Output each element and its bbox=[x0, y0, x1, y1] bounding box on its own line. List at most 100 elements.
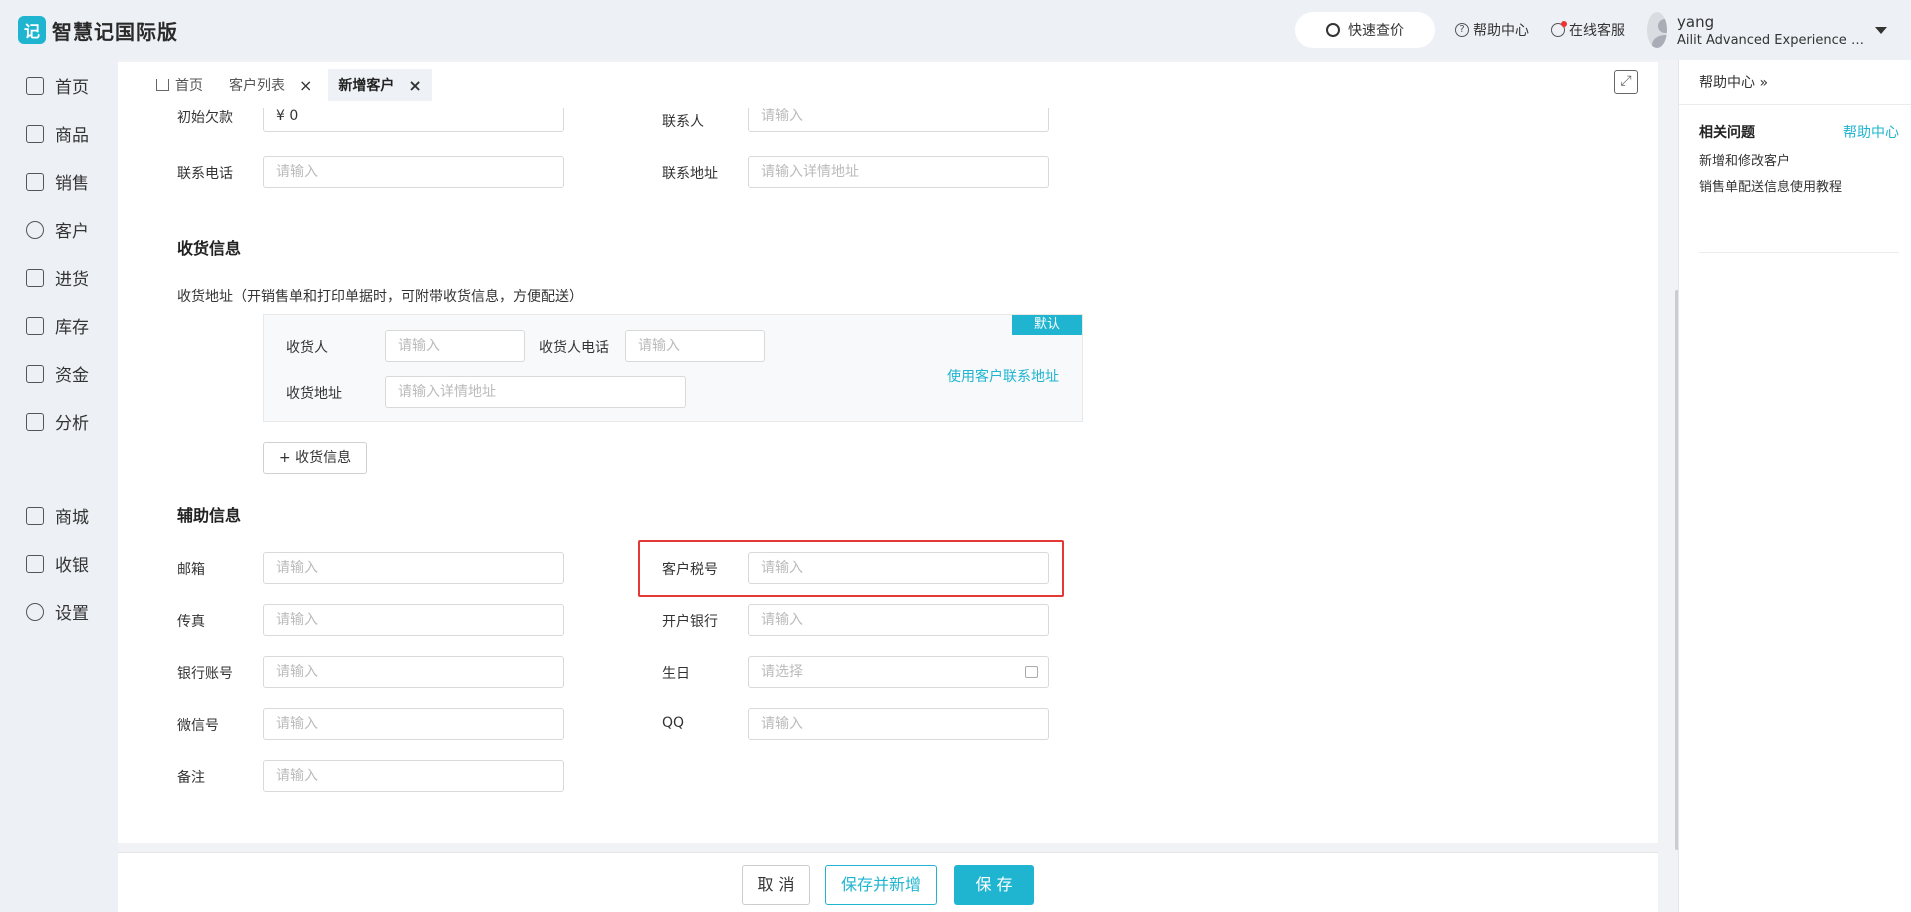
use-contact-address-link[interactable]: 使用客户联系地址 bbox=[947, 366, 1059, 386]
email-label: 邮箱 bbox=[177, 562, 205, 578]
bank-account-label: 银行账号 bbox=[177, 666, 233, 682]
wallet-icon bbox=[26, 364, 44, 383]
sidebar-item-sales[interactable]: 销售 bbox=[26, 169, 89, 194]
shipping-section-title: 收货信息 bbox=[177, 239, 242, 258]
birthday-picker[interactable]: 请选择 bbox=[748, 656, 1049, 688]
app-title: 智慧记国际版 bbox=[52, 19, 178, 44]
app-logo[interactable]: 记 智慧记国际版 bbox=[18, 16, 178, 45]
truck-icon bbox=[26, 268, 44, 287]
quick-price-button[interactable]: 快速查价 bbox=[1295, 12, 1435, 48]
bank-account-input[interactable]: 请输入 bbox=[263, 656, 564, 688]
wechat-label: 微信号 bbox=[177, 718, 219, 734]
online-service-label: 在线客服 bbox=[1569, 23, 1625, 39]
receiver-phone-input[interactable]: 请输入 bbox=[625, 330, 765, 362]
tab-customer-list[interactable]: 客户列表 × bbox=[219, 69, 322, 101]
sidebar: 首页 商品 销售 客户 进货 库存 资金 分析 商城 收银 设置 bbox=[0, 60, 118, 912]
help-center-label: 帮助中心 bbox=[1473, 23, 1529, 39]
calendar-icon bbox=[1025, 666, 1038, 678]
help-panel: 帮助中心 » 相关问题 帮助中心 新增和修改客户 销售单配送信息使用教程 bbox=[1678, 60, 1911, 912]
shipping-description: 收货地址（开销售单和打印单据时，可附带收货信息，方便配送） bbox=[177, 289, 583, 305]
fullscreen-icon[interactable]: ⤢ bbox=[1614, 70, 1638, 94]
receiver-label: 收货人 bbox=[286, 340, 328, 356]
close-icon[interactable]: × bbox=[299, 76, 312, 95]
tab-label: 客户列表 bbox=[229, 78, 285, 94]
help-article-link[interactable]: 销售单配送信息使用教程 bbox=[1699, 176, 1842, 195]
receiver-address-input[interactable]: 请输入详情地址 bbox=[385, 376, 686, 408]
divider bbox=[1679, 104, 1911, 105]
sidebar-item-label: 分析 bbox=[55, 414, 89, 434]
contact-input[interactable]: 请输入 bbox=[748, 108, 1049, 132]
birthday-placeholder: 请选择 bbox=[761, 664, 803, 680]
sidebar-item-inventory[interactable]: 库存 bbox=[26, 313, 89, 338]
wechat-input[interactable]: 请输入 bbox=[263, 708, 564, 740]
qq-input[interactable]: 请输入 bbox=[748, 708, 1049, 740]
sidebar-item-funds[interactable]: 资金 bbox=[26, 361, 89, 386]
address-label: 联系地址 bbox=[662, 166, 718, 182]
search-icon bbox=[1326, 23, 1340, 37]
save-and-new-button[interactable]: 保存并新增 bbox=[825, 865, 937, 905]
phone-input[interactable]: 请输入 bbox=[263, 156, 564, 188]
sidebar-item-mall[interactable]: 商城 bbox=[26, 503, 89, 528]
notification-dot bbox=[1561, 21, 1567, 27]
tab-new-customer[interactable]: 新增客户 × bbox=[328, 69, 432, 101]
initial-debt-input[interactable]: ¥ 0 bbox=[263, 108, 564, 132]
top-bar: 记 智慧记国际版 快速查价 ? 帮助中心 在线客服 yang Ailit Adv… bbox=[0, 0, 1911, 60]
sidebar-item-settings[interactable]: 设置 bbox=[26, 599, 89, 624]
tab-home[interactable]: 首页 bbox=[146, 69, 213, 101]
avatar bbox=[1647, 12, 1667, 48]
quick-price-label: 快速查价 bbox=[1348, 23, 1404, 39]
online-service-link[interactable]: 在线客服 bbox=[1551, 20, 1625, 40]
save-button[interactable]: 保 存 bbox=[954, 865, 1034, 905]
receiver-input[interactable]: 请输入 bbox=[385, 330, 525, 362]
aux-section-title: 辅助信息 bbox=[177, 506, 242, 525]
receiver-phone-label: 收货人电话 bbox=[539, 340, 609, 356]
fax-input[interactable]: 请输入 bbox=[263, 604, 564, 636]
sidebar-item-analysis[interactable]: 分析 bbox=[26, 409, 89, 434]
address-input[interactable]: 请输入详情地址 bbox=[748, 156, 1049, 188]
help-article-link[interactable]: 新增和修改客户 bbox=[1699, 150, 1790, 169]
tab-label: 新增客户 bbox=[338, 78, 395, 94]
remark-label: 备注 bbox=[177, 770, 205, 786]
sidebar-item-cashier[interactable]: 收银 bbox=[26, 551, 89, 576]
sidebar-item-label: 库存 bbox=[55, 318, 89, 338]
user-name: yang bbox=[1677, 12, 1715, 31]
clipboard-icon bbox=[26, 172, 44, 191]
sidebar-item-label: 商品 bbox=[55, 126, 89, 146]
bank-input[interactable]: 请输入 bbox=[748, 604, 1049, 636]
gear-icon bbox=[26, 602, 44, 621]
form-footer: 取 消 保存并新增 保 存 bbox=[118, 852, 1658, 912]
initial-debt-label: 初始欠款 bbox=[177, 110, 233, 126]
remark-input[interactable]: 请输入 bbox=[263, 760, 564, 792]
tab-label: 首页 bbox=[175, 78, 203, 94]
sidebar-item-purchase[interactable]: 进货 bbox=[26, 265, 89, 290]
help-panel-toggle[interactable]: 帮助中心 » bbox=[1699, 72, 1768, 92]
home-icon bbox=[26, 76, 44, 95]
tax-number-highlight bbox=[638, 540, 1064, 597]
sidebar-item-label: 销售 bbox=[55, 174, 89, 194]
shipping-card: 默认 收货人 请输入 收货人电话 请输入 收货地址 请输入详情地址 使用客户联系… bbox=[263, 314, 1083, 422]
tab-bar: 首页 客户列表 × 新增客户 × ⤢ bbox=[118, 62, 1658, 108]
qq-label: QQ bbox=[662, 715, 685, 731]
help-center-panel-link[interactable]: 帮助中心 bbox=[1843, 122, 1899, 142]
customer-form: 初始欠款 ¥ 0 联系人 请输入 联系电话 请输入 联系地址 请输入详情地址 收… bbox=[118, 108, 1658, 843]
default-badge: 默认 bbox=[1012, 315, 1082, 335]
help-center-link[interactable]: ? 帮助中心 bbox=[1455, 20, 1529, 40]
sidebar-item-home[interactable]: 首页 bbox=[26, 73, 89, 98]
sidebar-item-label: 设置 bbox=[55, 604, 89, 624]
sidebar-item-label: 收银 bbox=[55, 556, 89, 576]
sidebar-item-customers[interactable]: 客户 bbox=[26, 217, 89, 242]
cancel-button[interactable]: 取 消 bbox=[742, 865, 810, 905]
bag-icon bbox=[26, 124, 44, 143]
add-shipping-button[interactable]: + 收货信息 bbox=[263, 442, 367, 474]
user-icon bbox=[26, 220, 44, 239]
receiver-address-label: 收货地址 bbox=[286, 386, 342, 402]
sidebar-item-label: 首页 bbox=[55, 78, 89, 98]
close-icon[interactable]: × bbox=[408, 76, 421, 95]
email-input[interactable]: 请输入 bbox=[263, 552, 564, 584]
sidebar-item-goods[interactable]: 商品 bbox=[26, 121, 89, 146]
user-menu[interactable]: yang Ailit Advanced Experience Acco... bbox=[1647, 12, 1887, 48]
bank-label: 开户银行 bbox=[662, 614, 718, 630]
phone-label: 联系电话 bbox=[177, 166, 233, 182]
related-questions-title: 相关问题 bbox=[1699, 125, 1755, 141]
sidebar-item-label: 进货 bbox=[55, 270, 89, 290]
